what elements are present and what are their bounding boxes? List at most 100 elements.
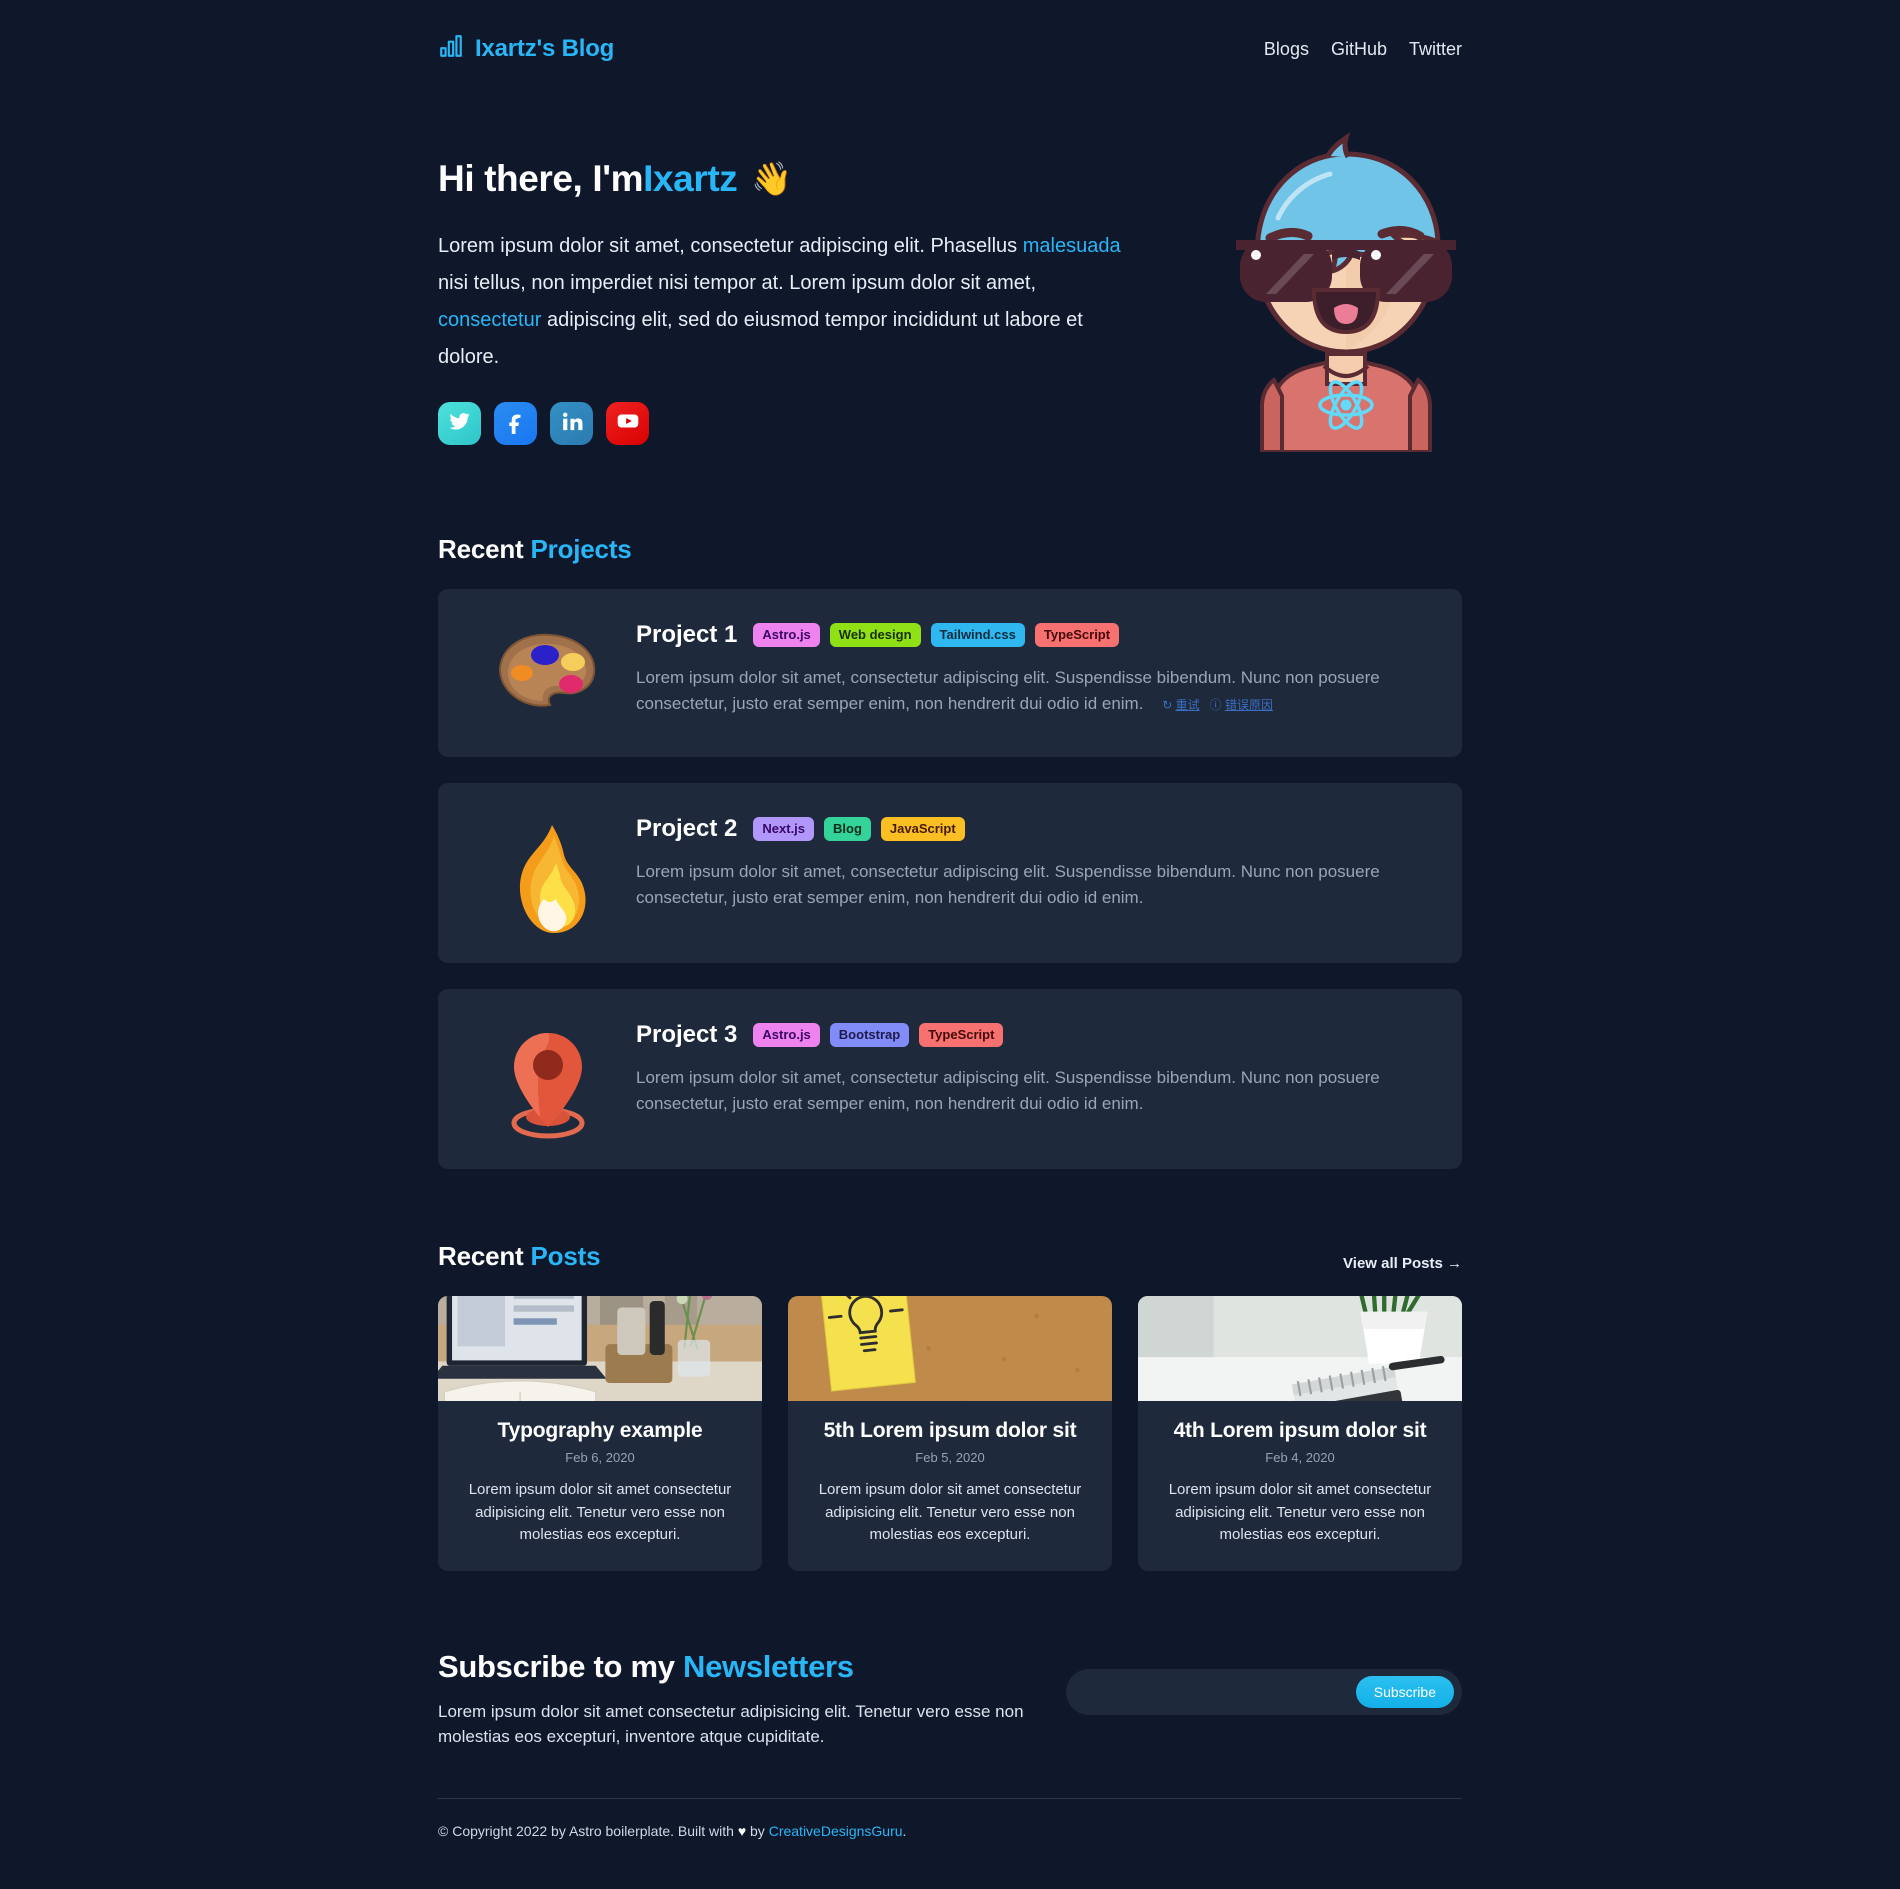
project-body: Project 3 Astro.js Bootstrap TypeScript … (636, 1015, 1432, 1118)
creativedesignsguru-link[interactable]: CreativeDesignsGuru (769, 1823, 903, 1839)
page-root: Ixartz's Blog Blogs GitHub Twitter Hi th… (438, 0, 1462, 1849)
project-tag: TypeScript (1034, 623, 1120, 647)
navbar: Ixartz's Blog Blogs GitHub Twitter (438, 22, 1462, 76)
retry-image-button[interactable]: ↻ 重试 (1162, 696, 1199, 715)
artist-palette-emoji (468, 615, 628, 713)
newsletter-title: Subscribe to my Newsletters (438, 1649, 1036, 1685)
heart-icon: ♥ (737, 1823, 747, 1840)
posts-title-accent: Posts (530, 1241, 601, 1271)
error-reason-button[interactable]: ⓘ 错误原因 (1210, 696, 1273, 715)
project-card[interactable]: Project 3 Astro.js Bootstrap TypeScript … (438, 989, 1462, 1169)
post-body: Typography example Feb 6, 2020 Lorem ips… (438, 1401, 762, 1571)
page-title: Hi there, I'm Ixartz 👋 (438, 158, 1138, 200)
laptop-notebook-desk-photo (438, 1296, 762, 1401)
recent-posts-section: Recent Posts View all Posts → Typography… (438, 1241, 1462, 1571)
hero-para-part-2: nisi tellus, non imperdiet nisi tempor a… (438, 272, 1037, 294)
project-card[interactable]: Project 2 Next.js Blog JavaScript Lorem … (438, 783, 1462, 963)
project-tag: Astro.js (753, 623, 820, 647)
project-title: Project 2 (636, 815, 738, 842)
projects-title-accent: Projects (530, 534, 632, 564)
project-description: Lorem ipsum dolor sit amet, consectetur … (636, 1068, 1380, 1114)
hero-link-malesuada[interactable]: malesuada (1023, 235, 1121, 257)
hero-paragraph: Lorem ipsum dolor sit amet, consectetur … (438, 228, 1138, 376)
project-tag: Blog (824, 817, 871, 841)
hero-para-part-1: Lorem ipsum dolor sit amet, consectetur … (438, 235, 1023, 257)
retry-label: 重试 (1175, 697, 1200, 712)
post-card[interactable]: 4th Lorem ipsum dolor sit Feb 4, 2020 Lo… (1138, 1296, 1462, 1571)
project-card[interactable]: Project 1 Astro.js Web design Tailwind.c… (438, 589, 1462, 757)
project-tag: Tailwind.css (930, 623, 1025, 647)
post-title: Typography example (497, 1419, 703, 1442)
project-tag: JavaScript (880, 817, 965, 841)
linkedin-icon (559, 409, 584, 439)
project-header: Project 2 Next.js Blog JavaScript (636, 815, 1432, 843)
social-link-linkedin[interactable] (550, 402, 593, 445)
hero-text-column: Hi there, I'm Ixartz 👋 Lorem ipsum dolor… (438, 122, 1138, 445)
brand-label: Ixartz's Blog (475, 35, 615, 62)
social-links (438, 402, 1138, 445)
posts-grid: Typography example Feb 6, 2020 Lorem ips… (438, 1296, 1462, 1571)
copyright-text-after: . (902, 1823, 907, 1840)
hero-link-consectetur[interactable]: consectetur (438, 309, 541, 331)
copyright-text-before: © Copyright 2022 by Astro boilerplate. B… (438, 1823, 738, 1840)
nav-link-github[interactable]: GitHub (1331, 39, 1387, 60)
social-link-facebook[interactable] (494, 402, 537, 445)
post-date: Feb 5, 2020 (915, 1450, 985, 1465)
nav-links: Blogs GitHub Twitter (1264, 39, 1462, 60)
error-reason-label: 错误原因 (1224, 697, 1273, 712)
post-description: Lorem ipsum dolor sit amet consectetur a… (1168, 1481, 1432, 1543)
post-card[interactable]: 5th Lorem ipsum dolor sit Feb 5, 2020 Lo… (788, 1296, 1112, 1571)
projects-title: Recent Projects (438, 534, 632, 565)
project-tag: Astro.js (753, 1023, 820, 1047)
post-description: Lorem ipsum dolor sit amet consectetur a… (468, 1481, 732, 1543)
post-date: Feb 4, 2020 (1265, 1450, 1335, 1465)
bar-chart-icon (438, 33, 464, 66)
newsletter-form: Subscribe (1066, 1668, 1462, 1715)
post-card[interactable]: Typography example Feb 6, 2020 Lorem ips… (438, 1296, 762, 1571)
nav-link-twitter[interactable]: Twitter (1409, 39, 1462, 60)
fire-emoji (468, 809, 628, 937)
projects-section-header: Recent Projects (438, 534, 1462, 565)
posts-section-header: Recent Posts View all Posts → (438, 1241, 1462, 1272)
broken-image-overlay: ↻ 重试 ⓘ 错误原因 (1162, 696, 1273, 715)
newsletter-title-accent: Newsletters (683, 1648, 854, 1684)
view-all-posts-link[interactable]: View all Posts → (1343, 1255, 1462, 1272)
nav-link-blogs[interactable]: Blogs (1264, 39, 1309, 60)
subscribe-button[interactable]: Subscribe (1355, 1675, 1454, 1708)
post-description: Lorem ipsum dolor sit amet consectetur a… (818, 1481, 1082, 1543)
social-link-twitter[interactable] (438, 402, 481, 445)
project-header: Project 1 Astro.js Web design Tailwind.c… (636, 621, 1432, 649)
brand-logo-link[interactable]: Ixartz's Blog (438, 33, 614, 66)
post-date: Feb 6, 2020 (565, 1450, 635, 1465)
project-body: Project 1 Astro.js Web design Tailwind.c… (636, 615, 1432, 718)
post-body: 5th Lorem ipsum dolor sit Feb 5, 2020 Lo… (788, 1401, 1112, 1571)
plant-notebook-pen-desk-photo (1138, 1296, 1462, 1401)
hero-name: Ixartz (643, 158, 738, 199)
project-description: Lorem ipsum dolor sit amet, consectetur … (636, 862, 1380, 908)
facebook-icon (503, 409, 528, 439)
project-tag: TypeScript (919, 1023, 1004, 1047)
hero-section: Hi there, I'm Ixartz 👋 Lorem ipsum dolor… (438, 122, 1462, 452)
youtube-icon (615, 408, 641, 439)
waving-hand-icon: 👋 (751, 159, 793, 197)
social-link-youtube[interactable] (606, 402, 649, 445)
twitter-icon (447, 409, 472, 439)
project-description: Lorem ipsum dolor sit amet, consectetur … (636, 665, 1426, 718)
post-body: 4th Lorem ipsum dolor sit Feb 4, 2020 Lo… (1138, 1401, 1462, 1571)
project-tag: Web design (829, 623, 921, 647)
copyright-text-mid: by (746, 1823, 769, 1840)
avatar-illustration (1236, 132, 1456, 452)
newsletter-description: Lorem ipsum dolor sit amet consectetur a… (438, 1701, 1024, 1747)
post-title: 4th Lorem ipsum dolor sit (1173, 1419, 1427, 1442)
newsletter-email-input[interactable] (1088, 1676, 1356, 1707)
project-tag: Next.js (753, 817, 815, 841)
footer-divider (438, 1798, 1462, 1800)
projects-title-plain: Recent (438, 534, 531, 564)
post-title: 5th Lorem ipsum dolor sit (823, 1419, 1077, 1442)
newsletter-section: Subscribe to my Newsletters Lorem ipsum … (438, 1645, 1462, 1751)
footer: © Copyright 2022 by Astro boilerplate. B… (438, 1823, 1462, 1849)
avatar (1230, 122, 1462, 452)
project-title: Project 3 (636, 1021, 738, 1048)
round-pushpin-emoji (468, 1015, 628, 1143)
project-tag: Bootstrap (829, 1023, 910, 1047)
